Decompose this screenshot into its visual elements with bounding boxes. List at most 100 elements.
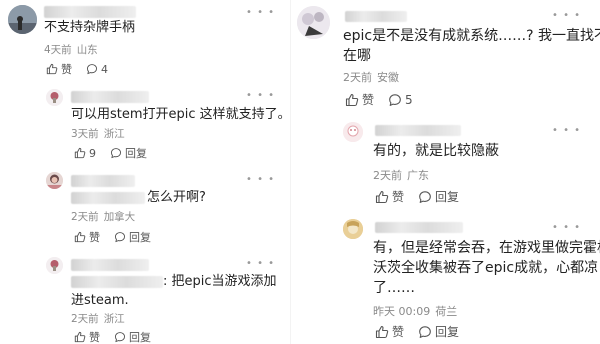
comment-meta: 2天前 广东 [373,167,429,183]
username-blurred[interactable] [375,125,461,136]
more-options-icon[interactable]: • • • [246,91,275,101]
reply-label: 回复 [125,147,147,160]
comment-text: epic是不是没有成就系统……? 我一直找不到 在哪 [343,26,600,66]
like-count: 9 [89,146,96,160]
comment-time: 4天前 [44,44,72,56]
comment-text: 不支持杂牌手柄 [44,18,135,37]
comment-location: 浙江 [103,128,125,140]
comment-item: • • • epic是不是没有成就系统……? 我一直找不到 在哪 2天前 安徽 赞… [291,0,600,112]
comment-time: 2天前 [71,211,99,223]
comment-bubble-icon [114,332,126,343]
comment-bubble-icon [419,190,431,203]
username-blurred[interactable] [71,175,135,187]
reply-count: 4 [101,62,108,76]
comment-time: 2天前 [343,71,372,84]
comment-location: 广东 [407,169,429,182]
reply-button[interactable]: 回复 [418,188,459,205]
right-comment-column: • • • epic是不是没有成就系统……? 我一直找不到 在哪 2天前 安徽 赞… [291,0,600,344]
comment-text-line: : 把epic当游戏添加 [163,274,277,289]
reply-count: 5 [405,92,413,107]
mention-blurred [71,192,145,204]
comment-meta: 2天前 安徽 [343,69,399,85]
reply-button[interactable]: 回复 [110,145,147,161]
like-button[interactable]: 赞 [46,61,72,77]
comment-text: 可以用stem打开epic 这样就支持了。 [71,105,291,124]
more-options-icon[interactable]: • • • [552,11,581,21]
left-comment-column: • • • 不支持杂牌手柄 4天前 山东 赞 4 • • • 可以用stem打开e… [0,0,291,344]
avatar[interactable] [8,5,37,34]
more-options-icon[interactable]: • • • [246,8,275,18]
comment-meta: 4天前 山东 [44,42,98,57]
comment-text: 怎么开啊? [147,188,206,207]
avatar[interactable] [343,122,363,142]
comment-text-line: 了…… [373,280,415,296]
reply-item: • • • 怎么开啊? 2天前 加拿大 赞 回复 [0,166,291,250]
thumbs-up-icon [74,231,86,243]
like-button[interactable]: 赞 [345,91,374,108]
thumbs-up-icon [74,147,86,159]
like-button[interactable]: 9 [74,147,96,160]
comment-location: 山东 [76,44,98,56]
like-label: 赞 [89,231,100,244]
comment-item: • • • 不支持杂牌手柄 4天前 山东 赞 4 [0,0,291,82]
comment-actions: 9 回复 [74,145,161,161]
avatar[interactable] [46,89,63,106]
comment-bubble-icon [389,93,401,106]
comment-text-line: 不支持杂牌手柄 [44,20,136,35]
comment-location: 加拿大 [103,211,136,223]
reply-item: • • • 有的，就是比较隐蔽 2天前 广东 赞 回复 [291,112,600,208]
comment-meta: 2天前 浙江 [71,311,125,326]
comment-bubble-icon [114,232,126,243]
like-button[interactable]: 赞 [375,188,404,205]
thumbs-up-icon [375,325,389,338]
username-blurred[interactable] [44,6,136,18]
comment-text: 有，但是经常会吞，在游戏里做完霍格 沃茨全收集被吞了epic成就，心都凉 了…… [373,238,600,298]
reply-button[interactable]: 回复 [114,329,151,344]
more-options-icon[interactable]: • • • [246,259,275,269]
comment-bubble-icon [419,325,431,338]
reply-button[interactable]: 5 [388,93,413,107]
avatar[interactable] [297,6,330,39]
like-button[interactable]: 赞 [74,229,100,245]
more-options-icon[interactable]: • • • [552,126,581,136]
like-button[interactable]: 赞 [74,329,100,344]
more-options-icon[interactable]: • • • [246,175,275,185]
comment-text-line: 进steam. [71,293,129,308]
comment-time: 3天前 [71,128,99,140]
username-blurred[interactable] [375,222,463,233]
comment-actions: 赞 回复 [375,188,473,205]
comment-bubble-icon [110,148,122,159]
comment-text-line: 有，但是经常会吞，在游戏里做完霍格 [373,240,600,256]
like-label: 赞 [61,63,72,76]
comment-actions: 赞 5 [345,91,427,108]
reply-button[interactable]: 回复 [114,229,151,245]
comment-text-line: 可以用stem打开epic 这样就支持了。 [71,107,291,122]
username-blurred[interactable] [71,91,149,103]
reply-button[interactable]: 回复 [418,323,459,340]
reply-button[interactable]: 4 [86,63,108,76]
comment-text: : 把epic当游戏添加 进steam. [71,272,277,310]
like-button[interactable]: 赞 [375,323,404,340]
thumbs-up-icon [74,331,86,343]
avatar[interactable] [46,172,63,189]
comment-text-line: epic是不是没有成就系统……? 我一直找不到 [343,28,600,44]
comment-text-line: 在哪 [343,48,371,64]
like-label: 赞 [362,93,375,107]
avatar[interactable] [46,257,63,274]
thumbs-up-icon [46,63,58,75]
comment-time: 昨天 00:09 [373,305,431,318]
comment-time: 2天前 [71,313,99,325]
like-label: 赞 [392,190,405,204]
username-blurred[interactable] [345,11,407,22]
like-label: 赞 [392,325,405,339]
username-blurred[interactable] [71,259,149,271]
more-options-icon[interactable]: • • • [552,223,581,233]
reply-label: 回复 [129,331,151,344]
avatar[interactable] [343,219,363,239]
comment-text-line: 沃茨全收集被吞了epic成就，心都凉 [373,260,599,276]
comment-location: 浙江 [103,313,125,325]
comment-meta: 3天前 浙江 [71,126,125,141]
comment-actions: 赞 4 [46,61,122,77]
comment-location: 荷兰 [435,305,458,318]
like-label: 赞 [89,331,100,344]
